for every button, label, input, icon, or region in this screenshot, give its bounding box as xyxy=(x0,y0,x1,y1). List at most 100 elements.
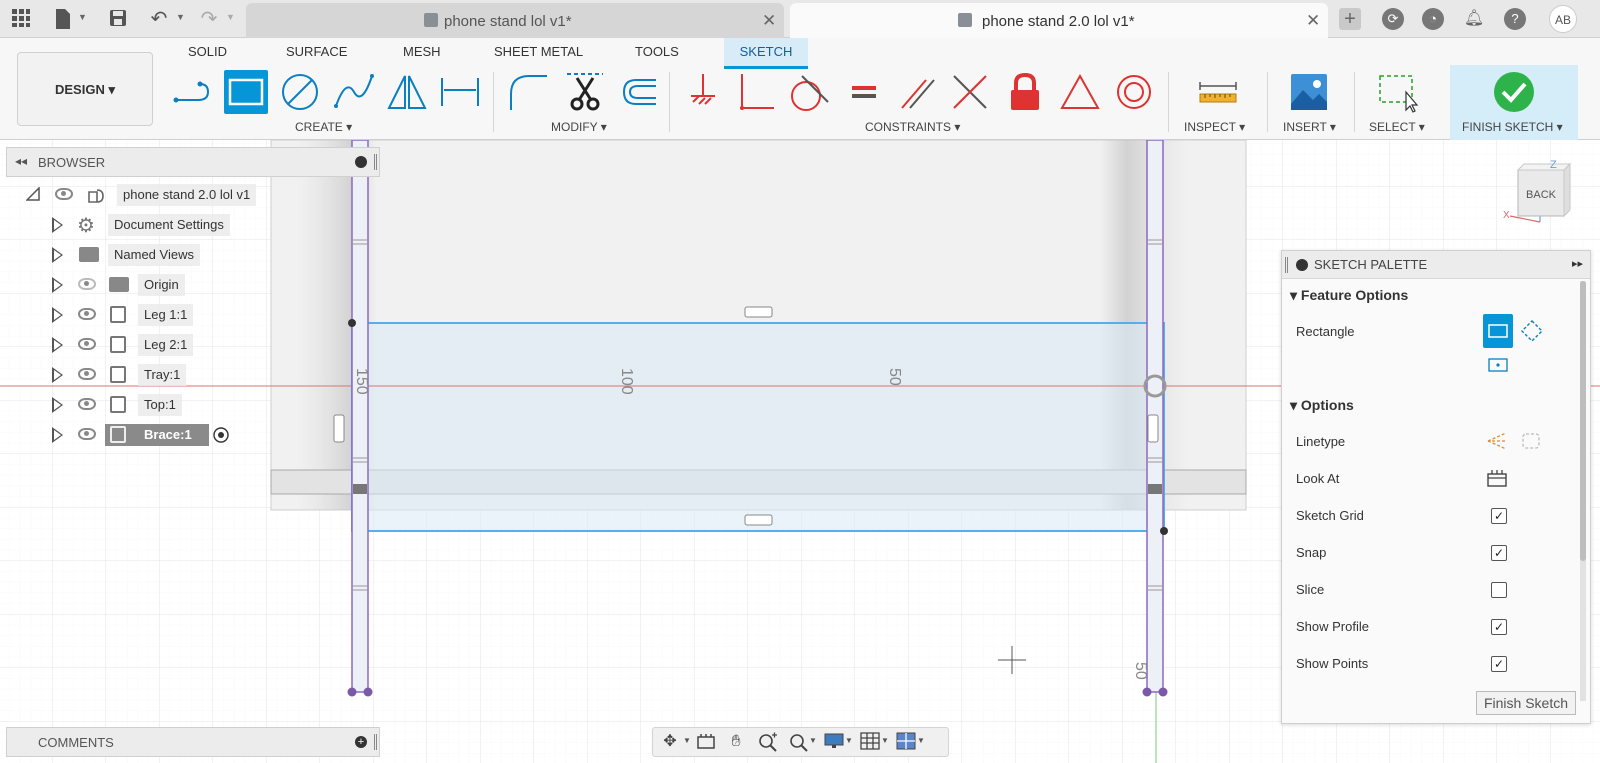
document-tab-1[interactable]: phone stand lol v1* ✕ xyxy=(246,3,784,38)
slice-checkbox[interactable] xyxy=(1491,582,1507,598)
browser-item-tray[interactable]: Tray:1 xyxy=(0,363,260,387)
sketch-rectangle[interactable] xyxy=(351,322,1165,532)
dimension-tool-icon[interactable] xyxy=(438,70,482,114)
document-tab-2[interactable]: phone stand 2.0 lol v1* ✕ xyxy=(790,3,1328,38)
measure-ruler-icon[interactable] xyxy=(1196,70,1240,114)
zoom-caret-icon[interactable]: ▼ xyxy=(809,736,817,745)
equal-constraint-icon[interactable] xyxy=(842,70,886,114)
tangent-constraint-icon[interactable] xyxy=(786,70,830,114)
notifications-bell-icon[interactable]: 🔔︎ xyxy=(1463,8,1485,30)
display-caret-icon[interactable]: ▼ xyxy=(845,736,853,745)
undo-caret-icon[interactable]: ▼ xyxy=(176,12,185,22)
sketch-point[interactable] xyxy=(1158,687,1168,697)
trim-tool-icon[interactable] xyxy=(563,70,607,114)
expand-triangle-icon[interactable] xyxy=(52,367,63,383)
visibility-eye-icon[interactable] xyxy=(78,308,96,320)
fit-zoom-icon[interactable] xyxy=(787,732,809,752)
browser-item-top[interactable]: Top:1 xyxy=(0,393,260,417)
browser-root-row[interactable]: phone stand 2.0 lol v1 xyxy=(0,183,270,207)
file-menu-caret-icon[interactable]: ▼ xyxy=(78,12,87,22)
browser-item-leg-2[interactable]: Leg 2:1 xyxy=(0,333,260,357)
visibility-eye-icon[interactable] xyxy=(78,428,96,440)
file-icon[interactable] xyxy=(52,8,74,30)
sketch-point[interactable] xyxy=(363,687,373,697)
expand-palette-icon[interactable]: ▸▸ xyxy=(1572,257,1583,270)
two-point-rectangle-button[interactable] xyxy=(1483,314,1513,348)
snap-checkbox[interactable]: ✓ xyxy=(1491,545,1507,561)
fix-lock-icon[interactable] xyxy=(1003,70,1047,114)
tab-surface[interactable]: SURFACE xyxy=(286,44,347,59)
perpendicular-constraint-icon[interactable] xyxy=(734,70,778,114)
insert-image-icon[interactable] xyxy=(1287,70,1331,114)
collinear-constraint-icon[interactable] xyxy=(948,70,992,114)
undo-icon[interactable]: ↶ xyxy=(148,8,170,30)
expand-triangle-icon[interactable] xyxy=(52,277,63,293)
browser-panel-header[interactable]: ◂◂ BROWSER xyxy=(6,147,380,177)
zoom-icon[interactable] xyxy=(757,732,779,752)
sketch-point[interactable] xyxy=(1160,527,1168,535)
expand-triangle-icon[interactable] xyxy=(52,397,63,413)
save-icon[interactable] xyxy=(107,8,129,30)
line-tool-icon[interactable] xyxy=(172,70,216,114)
browser-item-leg-1[interactable]: Leg 1:1 xyxy=(0,303,260,327)
coincident-constraint-icon[interactable] xyxy=(681,70,725,114)
expanded-triangle-icon[interactable] xyxy=(26,187,40,201)
pan-hand-icon[interactable]: ✋︎ xyxy=(725,732,747,752)
centerline-linetype-icon[interactable] xyxy=(1520,431,1542,451)
horizontal-constraint-glyph[interactable] xyxy=(744,514,773,526)
three-point-rectangle-button[interactable] xyxy=(1520,319,1544,343)
viewports-caret-icon[interactable]: ▼ xyxy=(917,736,925,745)
concentric-constraint-icon[interactable] xyxy=(1112,70,1156,114)
workspace-switcher-button[interactable]: DESIGN ▾ xyxy=(17,52,153,126)
look-at-icon[interactable] xyxy=(695,732,717,752)
tab-sheet-metal[interactable]: SHEET METAL xyxy=(494,44,583,59)
browser-collapse-icon[interactable] xyxy=(355,156,367,168)
finish-sketch-button[interactable]: Finish Sketch xyxy=(1476,691,1576,715)
expand-triangle-icon[interactable] xyxy=(52,217,63,233)
hidden-eye-icon[interactable] xyxy=(78,278,96,290)
panel-grip-icon[interactable] xyxy=(374,734,377,750)
avatar[interactable]: AB xyxy=(1549,5,1577,33)
grid-caret-icon[interactable]: ▼ xyxy=(881,736,889,745)
display-settings-icon[interactable] xyxy=(823,732,845,752)
create-menu[interactable]: CREATE ▾ xyxy=(295,120,352,134)
horizontal-constraint-glyph[interactable] xyxy=(744,306,773,318)
browser-item-named-views[interactable]: Named Views xyxy=(0,243,260,267)
midpoint-constraint-icon[interactable] xyxy=(1058,70,1102,114)
expand-triangle-icon[interactable] xyxy=(52,307,63,323)
panel-grip-icon[interactable] xyxy=(1285,257,1288,273)
show-profile-checkbox[interactable]: ✓ xyxy=(1491,619,1507,635)
sketch-palette-header[interactable]: SKETCH PALETTE ▸▸ xyxy=(1282,251,1590,279)
help-icon[interactable]: ? xyxy=(1504,8,1526,30)
close-tab-icon[interactable]: ✕ xyxy=(762,11,776,31)
job-status-icon[interactable]: ◔ xyxy=(1422,8,1444,30)
circle-tool-icon[interactable] xyxy=(278,70,322,114)
spline-tool-icon[interactable] xyxy=(332,70,376,114)
redo-icon[interactable]: ↷ xyxy=(198,8,220,30)
options-section[interactable]: ▾ Options xyxy=(1290,397,1354,414)
visibility-eye-icon[interactable] xyxy=(55,188,73,200)
fillet-tool-icon[interactable] xyxy=(505,70,549,114)
finish-sketch-check-icon[interactable] xyxy=(1492,70,1536,114)
sketch-grid-checkbox[interactable]: ✓ xyxy=(1491,508,1507,524)
extensions-icon[interactable]: ⟳ xyxy=(1382,8,1404,30)
inspect-menu[interactable]: INSPECT ▾ xyxy=(1184,120,1245,134)
panel-grip-icon[interactable] xyxy=(374,154,377,170)
new-tab-plus-icon[interactable]: + xyxy=(1339,8,1361,30)
expand-triangle-icon[interactable] xyxy=(52,337,63,353)
activate-component-icon[interactable] xyxy=(213,427,229,443)
collapse-browser-icon[interactable]: ◂◂ xyxy=(15,154,27,168)
parallel-constraint-icon[interactable] xyxy=(896,70,940,114)
show-points-checkbox[interactable]: ✓ xyxy=(1491,656,1507,672)
modify-menu[interactable]: MODIFY ▾ xyxy=(551,120,607,134)
viewports-icon[interactable] xyxy=(895,732,917,752)
tab-sketch[interactable]: SKETCH xyxy=(724,38,808,69)
expand-triangle-icon[interactable] xyxy=(52,247,63,263)
rectangle-tool-icon[interactable] xyxy=(224,70,268,114)
sketch-point[interactable] xyxy=(1142,687,1152,697)
mirror-tool-icon[interactable] xyxy=(385,70,429,114)
orbit-icon[interactable]: ✥ xyxy=(659,732,681,752)
visibility-eye-icon[interactable] xyxy=(78,338,96,350)
select-menu[interactable]: SELECT ▾ xyxy=(1369,120,1425,134)
offset-tool-icon[interactable] xyxy=(616,70,660,114)
